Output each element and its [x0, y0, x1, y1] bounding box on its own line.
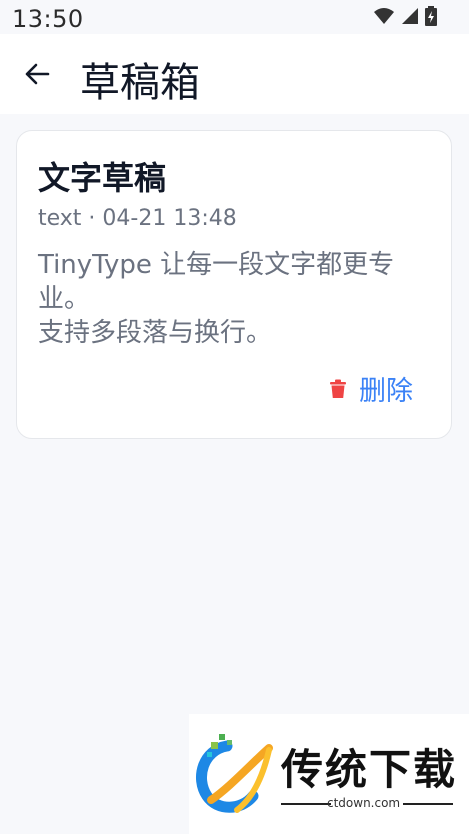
trash-icon	[330, 379, 346, 398]
delete-button[interactable]: 删除	[329, 369, 413, 408]
watermark-divider	[281, 803, 331, 805]
signal-icon	[402, 8, 418, 24]
battery-icon	[425, 6, 437, 26]
app-bar: 草稿箱	[0, 34, 469, 114]
draft-body: TinyType 让每一段文字都更专业。 支持多段落与换行。	[38, 250, 395, 348]
watermark: 传统下载 ctdown.com	[189, 714, 469, 834]
draft-meta: text · 04-21 13:48	[38, 206, 237, 231]
page-title: 草稿箱	[80, 60, 200, 106]
wifi-icon	[374, 8, 394, 24]
status-bar: 13:50	[0, 0, 469, 34]
status-icons	[373, 6, 437, 26]
delete-label: 删除	[359, 376, 413, 407]
back-button[interactable]	[18, 55, 56, 93]
watermark-site: ctdown.com	[327, 796, 401, 810]
arrow-left-icon	[25, 63, 50, 85]
watermark-divider	[403, 803, 453, 805]
ctdown-logo-icon	[196, 734, 273, 813]
draft-title: 文字草稿	[38, 159, 167, 197]
watermark-text: 传统下载	[281, 745, 458, 794]
status-time: 13:50	[12, 5, 84, 33]
draft-card[interactable]: 文字草稿 text · 04-21 13:48 TinyType 让每一段文字都…	[16, 130, 452, 439]
